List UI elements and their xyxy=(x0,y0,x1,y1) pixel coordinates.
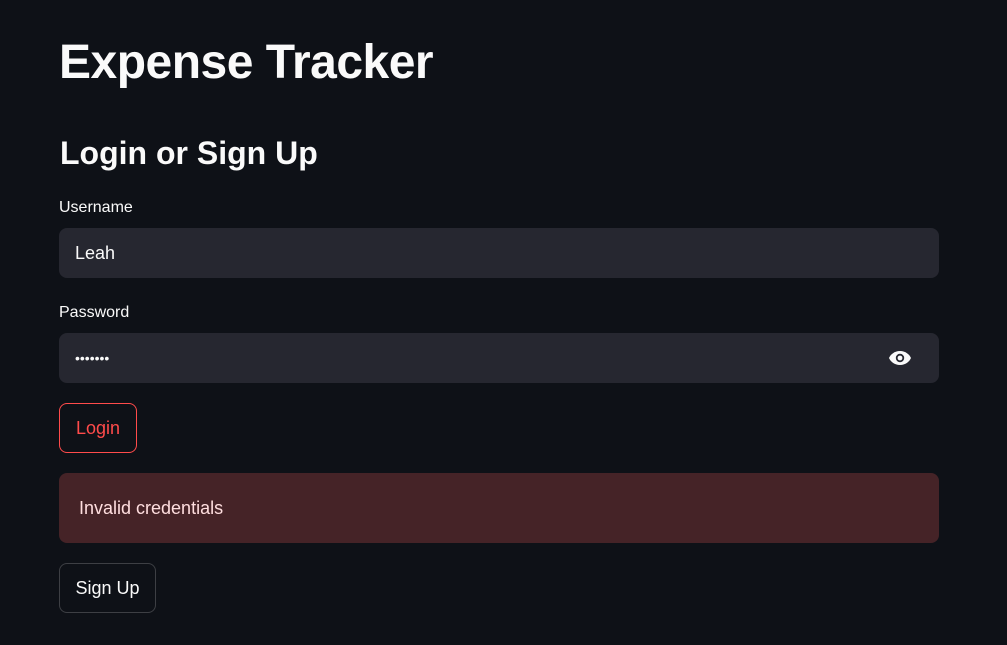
password-input[interactable] xyxy=(59,333,859,383)
app-page: Expense Tracker Login or Sign Up Usernam… xyxy=(0,0,1007,645)
signup-button[interactable]: Sign Up xyxy=(59,563,156,613)
username-field-container xyxy=(59,228,939,278)
password-field-container xyxy=(59,333,939,383)
error-message: Invalid credentials xyxy=(79,497,224,518)
section-title: Login or Sign Up xyxy=(60,135,318,171)
show-password-button[interactable] xyxy=(887,347,913,369)
error-alert: Invalid credentials xyxy=(59,473,939,543)
login-button[interactable]: Login xyxy=(59,403,137,453)
eye-icon xyxy=(889,351,911,365)
username-label: Username xyxy=(59,199,133,216)
username-input[interactable] xyxy=(59,228,859,278)
password-label: Password xyxy=(59,304,130,321)
app-title: Expense Tracker xyxy=(59,36,434,89)
